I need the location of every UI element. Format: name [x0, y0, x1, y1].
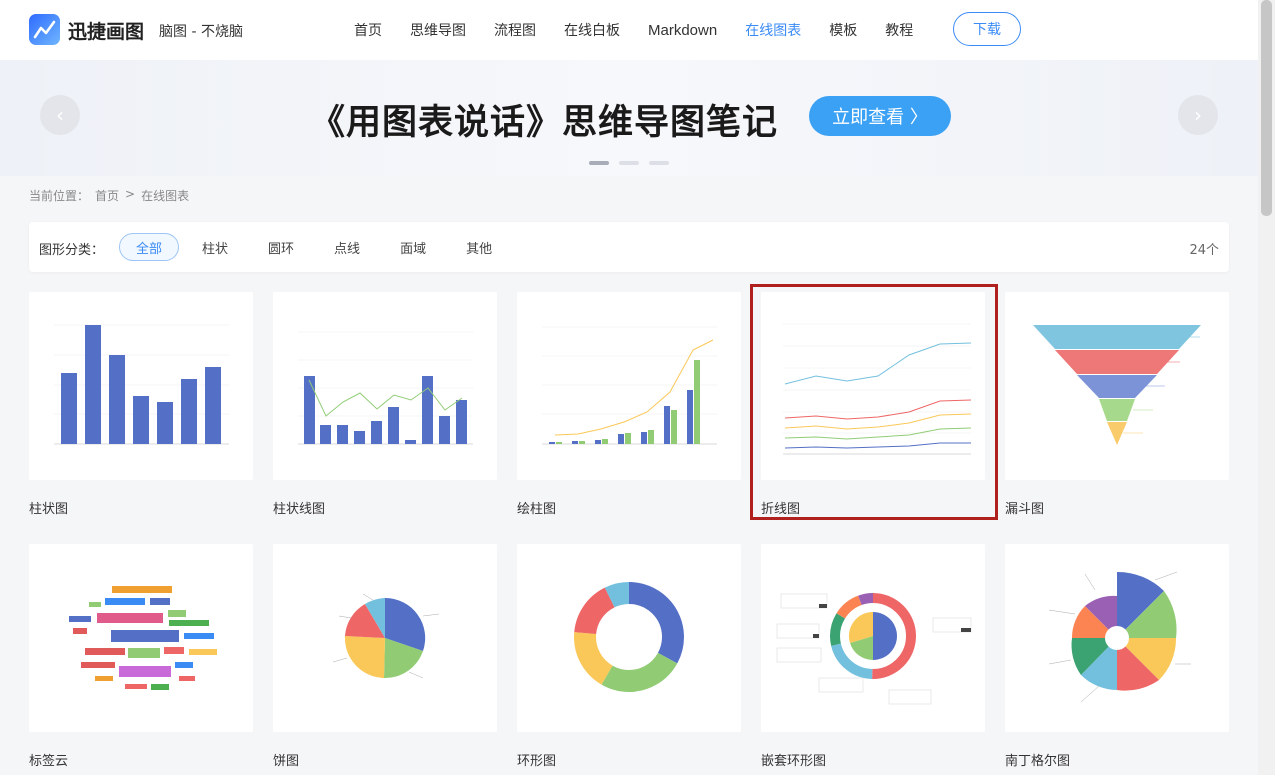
breadcrumb: 当前位置： 首页 > 在线图表: [29, 187, 189, 204]
filter-tab-area[interactable]: 面域: [383, 233, 443, 261]
bar-line-chart-thumbnail-icon[interactable]: [273, 292, 497, 480]
carousel-dot[interactable]: [649, 161, 669, 165]
nav-item-flowchart[interactable]: 流程图: [487, 20, 543, 40]
pie-chart-thumbnail-icon[interactable]: [273, 544, 497, 732]
nav-item-templates[interactable]: 模板: [822, 20, 864, 40]
nav-item-home[interactable]: 首页: [347, 20, 389, 40]
card-title[interactable]: 标签云: [29, 750, 253, 769]
grouped-bar-chart-thumbnail-icon[interactable]: [517, 292, 741, 480]
chart-card-bar[interactable]: 柱状图: [29, 292, 253, 517]
main-nav: 首页 思维导图 流程图 在线白板 Markdown 在线图表 模板 教程: [340, 0, 927, 60]
card-title[interactable]: 嵌套环形图: [761, 750, 985, 769]
chart-card-nightingale[interactable]: 南丁格尔图: [1005, 544, 1229, 769]
chart-card-pie[interactable]: 饼图: [273, 544, 497, 769]
card-title[interactable]: 绘柱图: [517, 498, 741, 517]
card-title[interactable]: 饼图: [273, 750, 497, 769]
funnel-chart-thumbnail-icon[interactable]: [1005, 292, 1229, 480]
nested-donut-thumbnail-icon[interactable]: [761, 544, 985, 732]
carousel-dots: [589, 161, 669, 165]
nav-item-markdown[interactable]: Markdown: [641, 22, 724, 39]
carousel-dot[interactable]: [589, 161, 609, 165]
filter-tab-bar[interactable]: 柱状: [185, 233, 245, 261]
category-filter: 图形分类： 全部 柱状 圆环 点线 面域 其他 24个: [29, 222, 1229, 272]
nav-item-online-charts[interactable]: 在线图表: [738, 20, 808, 40]
chart-card-word-cloud[interactable]: 标签云: [29, 544, 253, 769]
donut-chart-thumbnail-icon[interactable]: [517, 544, 741, 732]
scrollbar-thumb[interactable]: [1261, 0, 1272, 216]
card-title[interactable]: 折线图: [761, 498, 985, 517]
filter-tab-all[interactable]: 全部: [119, 233, 180, 261]
nav-item-whiteboard[interactable]: 在线白板: [557, 20, 627, 40]
page-scrollbar[interactable]: [1258, 0, 1275, 775]
card-title[interactable]: 柱状线图: [273, 498, 497, 517]
nav-item-mindmap[interactable]: 思维导图: [403, 20, 473, 40]
card-title[interactable]: 环形图: [517, 750, 741, 769]
chart-card-bar-line[interactable]: 柱状线图: [273, 292, 497, 517]
chart-card-nested-donut[interactable]: 嵌套环形图: [761, 544, 985, 769]
chevron-left-icon: ‹: [56, 103, 64, 127]
page: 迅捷画图 脑图 - 不烧脑 首页 思维导图 流程图 在线白板 Markdown …: [0, 0, 1275, 775]
promo-banner: ‹ 《用图表说话》思维导图笔记 立即查看 〉 ›: [0, 60, 1258, 176]
chart-card-funnel[interactable]: 漏斗图: [1005, 292, 1229, 517]
breadcrumb-prefix: 当前位置：: [29, 189, 90, 203]
nightingale-chart-thumbnail-icon[interactable]: [1005, 544, 1229, 732]
breadcrumb-current: 在线图表: [141, 189, 190, 203]
chart-card-donut[interactable]: 环形图: [517, 544, 741, 769]
bar-chart-thumbnail-icon[interactable]: [29, 292, 253, 480]
filter-tab-ring[interactable]: 圆环: [251, 233, 311, 261]
chart-card-line[interactable]: 折线图: [761, 292, 985, 517]
card-title[interactable]: 漏斗图: [1005, 498, 1229, 517]
logo-icon[interactable]: [29, 14, 60, 45]
banner-next-button[interactable]: ›: [1178, 95, 1218, 135]
download-button[interactable]: 下载: [953, 12, 1021, 46]
filter-tabs: 全部 柱状 圆环 点线 面域 其他: [119, 233, 515, 261]
card-title[interactable]: 柱状图: [29, 498, 253, 517]
chart-card-grouped-bar[interactable]: 绘柱图: [517, 292, 741, 517]
banner-prev-button[interactable]: ‹: [40, 95, 80, 135]
filter-label: 图形分类：: [39, 243, 105, 258]
card-title[interactable]: 南丁格尔图: [1005, 750, 1229, 769]
filter-tab-point-line[interactable]: 点线: [317, 233, 377, 261]
word-cloud-thumbnail-icon[interactable]: [29, 544, 253, 732]
line-chart-thumbnail-icon[interactable]: [761, 292, 985, 480]
breadcrumb-home-link[interactable]: 首页: [95, 187, 119, 204]
brand-name[interactable]: 迅捷画图: [68, 17, 144, 44]
filter-tab-other[interactable]: 其他: [449, 233, 509, 261]
top-header: 迅捷画图 脑图 - 不烧脑 首页 思维导图 流程图 在线白板 Markdown …: [0, 0, 1258, 60]
chevron-right-icon: ›: [1194, 103, 1202, 127]
banner-view-button[interactable]: 立即查看 〉: [809, 96, 951, 136]
banner-title: 《用图表说话》思维导图笔记: [310, 103, 779, 143]
brand-slogan: 脑图 - 不烧脑: [159, 24, 243, 40]
carousel-dot[interactable]: [619, 161, 639, 165]
result-count: 24个: [1189, 243, 1219, 258]
nav-item-tutorials[interactable]: 教程: [878, 20, 920, 40]
breadcrumb-separator: >: [125, 187, 136, 201]
